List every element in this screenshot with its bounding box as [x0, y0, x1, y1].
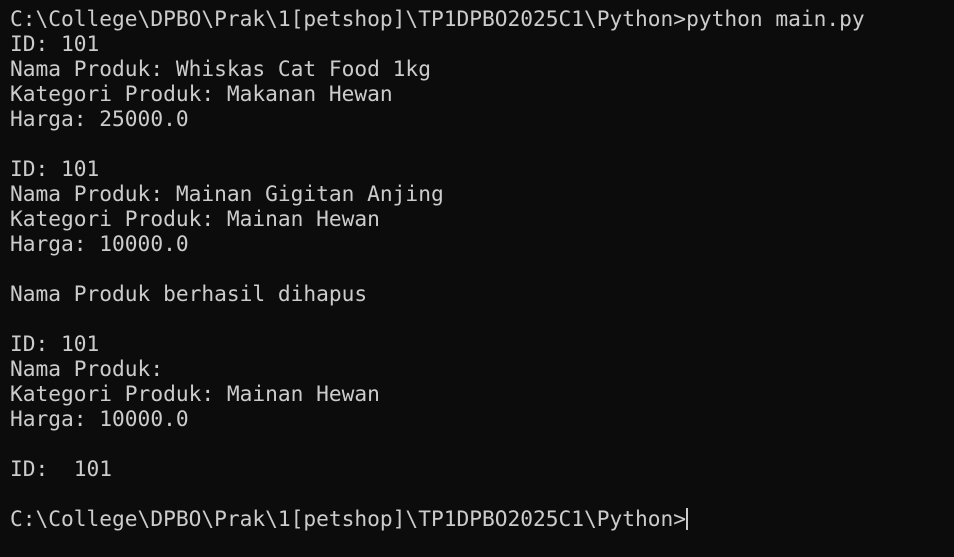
command-line: C:\College\DPBO\Prak\1[petshop]\TP1DPBO2… — [10, 6, 865, 31]
output-line: ID: 101 — [10, 331, 100, 356]
final-prompt: C:\College\DPBO\Prak\1[petshop]\TP1DPBO2… — [10, 506, 687, 531]
input-line[interactable]: C:\College\DPBO\Prak\1[petshop]\TP1DPBO2… — [10, 506, 865, 531]
output-line: Kategori Produk: Mainan Hewan — [10, 381, 380, 406]
output-line: Harga: 25000.0 — [10, 106, 189, 131]
output-line: Nama Produk: Whiskas Cat Food 1kg — [10, 56, 431, 81]
command: python main.py — [686, 6, 865, 31]
terminal-window[interactable]: C:\College\DPBO\Prak\1[petshop]\TP1DPBO2… — [10, 6, 865, 531]
output-line: ID: 101 — [10, 156, 100, 181]
output-line: Nama Produk: Mainan Gigitan Anjing — [10, 181, 444, 206]
output-line: Kategori Produk: Mainan Hewan — [10, 206, 380, 231]
text-cursor — [686, 508, 689, 530]
output-line: ID: 101 — [10, 31, 100, 56]
output-line: Nama Produk berhasil dihapus — [10, 281, 368, 306]
output-line: Kategori Produk: Makanan Hewan — [10, 81, 393, 106]
output-line: ID: 101 — [10, 456, 113, 481]
output-line: Nama Produk: — [10, 356, 176, 381]
prompt: C:\College\DPBO\Prak\1[petshop]\TP1DPBO2… — [10, 6, 687, 31]
output-line: Harga: 10000.0 — [10, 231, 189, 256]
output-line: Harga: 10000.0 — [10, 406, 189, 431]
